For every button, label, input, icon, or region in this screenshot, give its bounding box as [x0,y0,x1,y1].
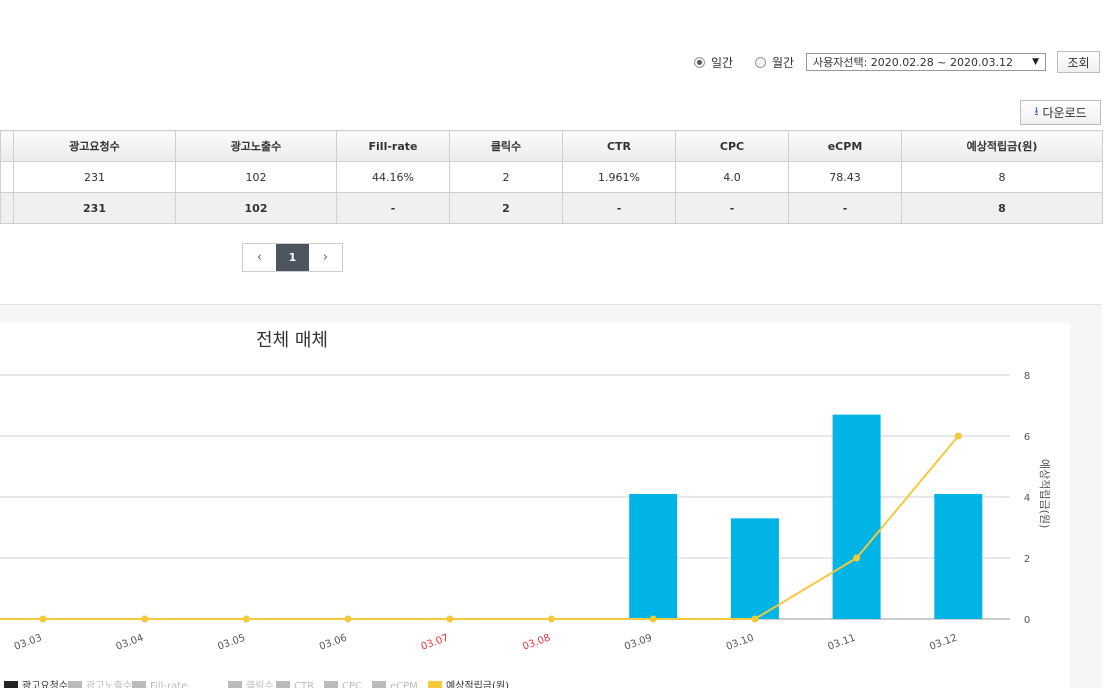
table-header-cell: 예상적립금(원) [901,130,1103,162]
table-header-cell: 광고노출수 [175,130,337,162]
x-tick-label: 03.07 [420,633,451,653]
y-tick-label: 8 [1024,371,1030,382]
dropdown-arrow-icon: ▼ [1032,57,1039,67]
page-button-current[interactable]: 1 [276,244,309,271]
line-point [548,615,555,623]
table-cell: 4.0 [675,161,789,193]
table-total-cell: - [562,192,676,224]
table-total-cell: 231 [13,192,176,224]
table-cell: 2 [449,161,563,193]
stats-table: 광고요청수 광고노출수 Fill-rate 클릭수 CTR CPC eCPM 예… [0,130,1103,224]
line-point [853,554,861,562]
x-tick-label: 03.05 [216,633,247,653]
line-point [954,432,962,440]
table-total-cell: - [336,192,450,224]
date-range-select[interactable]: 사용자선택: 2020.02.28 ~ 2020.03.12 ▼ [806,53,1046,71]
table-header-row: 광고요청수 광고노출수 Fill-rate 클릭수 CTR CPC eCPM 예… [0,130,1103,162]
table-header-cell: CPC [675,130,789,162]
table-total-cell: - [788,192,902,224]
chart-bar [730,518,779,619]
table-header-cell: eCPM [788,130,902,162]
table-total-cell: 8 [901,192,1103,224]
line-point [242,615,250,623]
x-tick-label: 03.06 [318,633,349,653]
table-cell-clipped [0,192,14,224]
y-tick-label: 4 [1024,493,1030,504]
date-range-value: 사용자선택: 2020.02.28 ~ 2020.03.12 [813,56,1013,69]
table-cell: 78.43 [788,161,902,193]
x-tick-label: 03.12 [928,633,959,653]
chart-bar [934,493,983,619]
chart-bar [832,414,881,619]
x-tick-label: 03.04 [115,633,146,653]
line-point [39,615,47,623]
table-total-row: 231 102 - 2 - - - 8 [0,192,1103,224]
x-tick-label: 03.09 [623,633,654,653]
chart-area: 전체 매체 03.03 03.04 03.05 03.06 03.07 03.08 03.0… [0,304,1102,691]
filter-bar: 일간 월간 사용자선택: 2020.02.28 ~ 2020.03.12 ▼ 조… [0,50,1119,76]
table-total-cell: 2 [449,192,563,224]
y-tick-label: 2 [1024,554,1030,565]
table-cell: 102 [175,161,337,193]
table-cell-clipped [0,161,14,193]
y-tick-label: 0 [1024,615,1030,626]
radio-monthly-label: 월간 [772,56,795,70]
x-tick-label: 03.03 [13,633,44,653]
combo-chart: 전체 매체 03.03 03.04 03.05 03.06 03.07 03.08 03.0… [0,330,1051,691]
table-header-cell: 클릭수 [449,130,563,162]
series-line [0,435,960,620]
download-button[interactable]: ⭳ 다운로드 [1020,100,1101,125]
line-point [141,615,149,623]
table-row: 231 102 44.16% 2 1.961% 4.0 78.43 8 [0,161,1103,193]
next-page-button[interactable]: › [309,244,342,271]
radio-daily[interactable]: 일간 [694,54,733,71]
prev-page-button[interactable]: ‹ [243,244,276,271]
table-cell: 8 [901,161,1103,193]
radio-daily-dot[interactable] [694,57,705,68]
y-tick-label: 6 [1024,432,1030,443]
x-tick-label: 03.08 [521,633,552,653]
line-point [751,615,759,623]
table-header-cell-clipped [0,130,14,162]
table-cell: 231 [13,161,176,193]
table-header-cell: CTR [562,130,676,162]
radio-monthly-dot[interactable] [755,57,766,68]
table-cell: 1.961% [562,161,676,193]
x-tick-label: 03.10 [725,633,756,653]
right-axis-label: 예상적립금(원) [1038,459,1051,528]
table-header-cell: 광고요청수 [13,130,176,162]
search-button[interactable]: 조회 [1057,51,1100,73]
line-point [446,615,454,623]
download-icon: ⭳ [1034,104,1039,118]
chart-bar [629,493,678,619]
radio-daily-label: 일간 [711,56,734,70]
chart-panel: 전체 매체 03.03 03.04 03.05 03.06 03.07 03.08 03.0… [0,323,1070,691]
radio-monthly[interactable]: 월간 [755,54,794,71]
x-tick-label: 03.11 [826,633,857,653]
chart-title: 전체 매체 [256,330,328,351]
table-cell: 44.16% [336,161,450,193]
table-total-cell: - [675,192,789,224]
line-point [344,615,352,623]
line-point [649,615,657,623]
pagination: ‹ 1 › [242,243,343,272]
download-label: 다운로드 [1042,106,1087,120]
table-total-cell: 102 [175,192,337,224]
table-header-cell: Fill-rate [336,130,450,162]
